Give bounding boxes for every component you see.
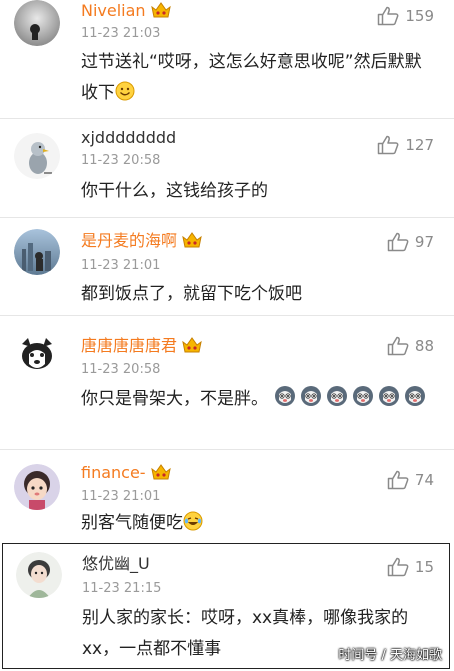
like-count: 88 (414, 337, 434, 355)
laughing-tears-emoji-icon (183, 511, 203, 531)
avatar[interactable] (14, 464, 60, 510)
like-count: 127 (405, 136, 434, 154)
comment-text-content: 你只是骨架大，不是胖。 (81, 389, 268, 409)
thumbs-up-icon (387, 470, 409, 490)
timestamp: 11-23 21:03 (81, 26, 161, 41)
comment-text: 你只是骨架大，不是胖。 (81, 384, 431, 415)
avatar[interactable] (14, 0, 60, 46)
vip-crown-icon (150, 464, 171, 480)
thumbs-up-icon (387, 232, 409, 252)
comment-text-content: 别客气随便吃 (81, 513, 183, 533)
like-button[interactable]: 127 (377, 135, 434, 155)
vip-crown-icon (182, 337, 202, 353)
like-count: 159 (405, 7, 434, 25)
timestamp: 11-23 20:58 (81, 362, 161, 377)
like-button[interactable]: 15 (387, 557, 434, 577)
username[interactable]: 是丹麦的海啊 (81, 231, 202, 251)
comment-item: finance- 11-23 21:01 74 别客气随便吃 (0, 450, 454, 542)
husky-emoji-group (268, 386, 426, 409)
username[interactable]: xjdddddddd (81, 128, 176, 148)
comment-item: 是丹麦的海啊 11-23 21:01 97 都到饭点了，就留下吃个饭吧 (0, 218, 454, 315)
like-count: 15 (414, 558, 434, 576)
thumbs-up-icon (378, 6, 399, 26)
avatar[interactable] (14, 229, 60, 275)
timestamp: 11-23 21:15 (82, 581, 162, 596)
comment-item: 唐唐唐唐唐君 11-23 20:58 88 你只是骨架大，不是胖。 (0, 316, 454, 449)
like-button[interactable]: 97 (387, 232, 434, 252)
timestamp: 11-23 21:01 (81, 489, 161, 504)
vip-crown-icon (182, 232, 202, 248)
thumbs-up-icon (387, 336, 409, 356)
thumbs-up-icon (378, 135, 399, 155)
timestamp: 11-23 21:01 (81, 258, 161, 273)
thumbs-up-icon (387, 557, 409, 577)
vip-crown-icon (150, 2, 171, 18)
watermark: 时间号 / 天海如歌 (338, 648, 442, 663)
username-text[interactable]: Nivelian (81, 1, 146, 20)
husky-emoji-icon (327, 386, 347, 406)
timestamp: 11-23 20:58 (81, 153, 161, 168)
comment-item: Nivelian 11-23 21:03 159 过节送礼“哎呀，这怎么好意思收… (0, 0, 454, 118)
avatar[interactable] (14, 334, 60, 380)
username[interactable]: Nivelian (81, 1, 171, 21)
avatar[interactable] (14, 133, 60, 179)
username[interactable]: 唐唐唐唐唐君 (81, 336, 202, 356)
username[interactable]: 悠优幽_U (82, 554, 150, 574)
username[interactable]: finance- (81, 463, 171, 483)
like-button[interactable]: 159 (377, 6, 434, 26)
avatar-image (14, 334, 60, 380)
avatar-image (14, 229, 60, 275)
avatar-image (16, 552, 62, 598)
avatar[interactable] (16, 552, 62, 598)
username-text[interactable]: finance- (81, 463, 146, 482)
comment-text: 你干什么，这钱给孩子的 (81, 181, 268, 201)
husky-emoji-icon (301, 386, 321, 406)
like-count: 97 (414, 233, 434, 251)
comment-text: 都到饭点了，就留下吃个饭吧 (81, 284, 302, 304)
husky-emoji-icon (353, 386, 373, 406)
avatar-image (14, 0, 60, 46)
like-button[interactable]: 74 (387, 470, 434, 490)
husky-emoji-icon (275, 386, 295, 406)
like-count: 74 (414, 471, 434, 489)
username-text[interactable]: 唐唐唐唐唐君 (81, 336, 177, 355)
smile-emoji-icon (115, 81, 135, 101)
comment-text: 别客气随便吃 (81, 508, 431, 539)
husky-emoji-icon (405, 386, 425, 406)
avatar-image (14, 464, 60, 510)
husky-emoji-icon (379, 386, 399, 406)
comment-item: xjdddddddd 11-23 20:58 127 你干什么，这钱给孩子的 (0, 119, 454, 217)
comment-feed: Nivelian 11-23 21:03 159 过节送礼“哎呀，这怎么好意思收… (0, 0, 454, 671)
username-text[interactable]: 是丹麦的海啊 (81, 231, 177, 250)
avatar-image (14, 133, 60, 179)
comment-text: 过节送礼“哎呀，这怎么好意思收呢”然后默默收下 (81, 47, 431, 109)
like-button[interactable]: 88 (387, 336, 434, 356)
